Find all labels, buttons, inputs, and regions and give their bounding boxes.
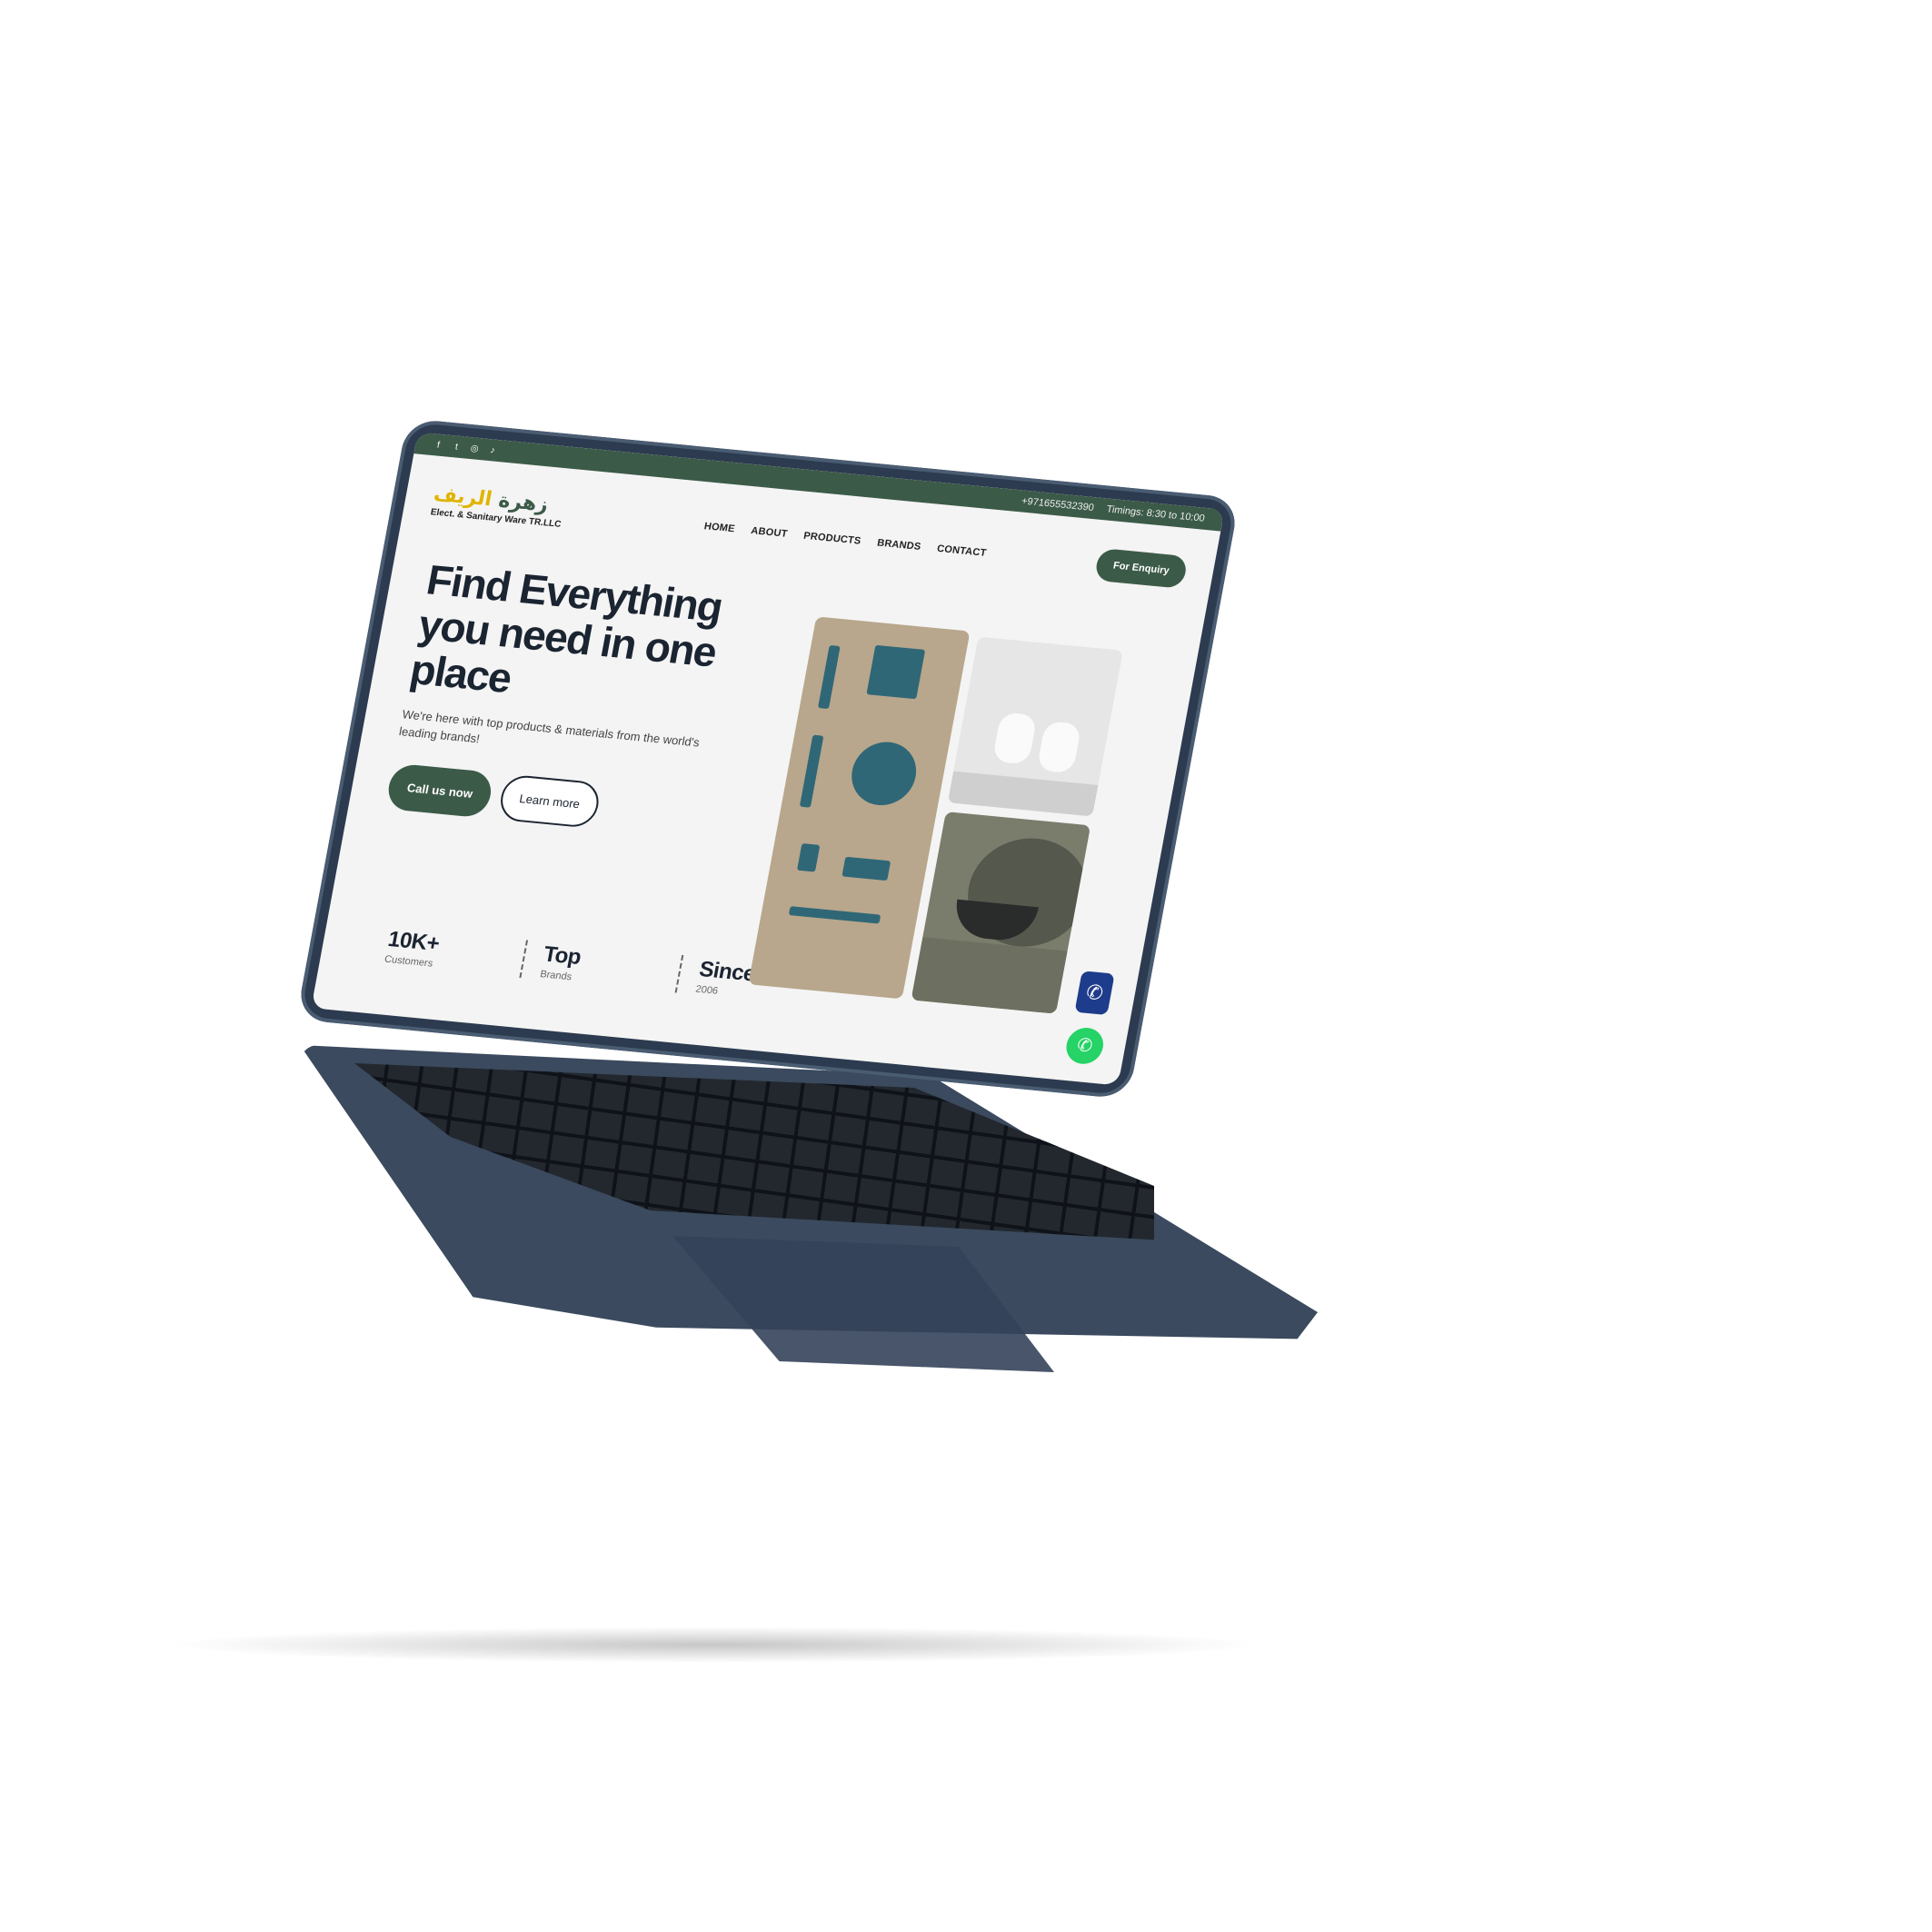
twitter-icon[interactable]: t [451, 442, 462, 453]
product-image-bathroom [947, 636, 1123, 817]
website-screen: f t ◎ ♪ +971655532390 Timings: 8:30 to 1… [311, 432, 1225, 1086]
product-image-basin [911, 812, 1091, 1014]
call-us-button[interactable]: Call us now [384, 762, 495, 819]
nav-about[interactable]: ABOUT [750, 525, 788, 540]
laptop-shadow [164, 1627, 1263, 1663]
nav-contact[interactable]: CONTACT [936, 543, 987, 559]
whatsapp-icon[interactable]: ✆ [1063, 1026, 1107, 1066]
facebook-icon[interactable]: f [433, 440, 443, 451]
phone-number[interactable]: +971655532390 [1021, 496, 1095, 513]
nav-menu: HOME ABOUT PRODUCTS BRANDS CONTACT [703, 521, 988, 559]
hero-section: Find Everything you need in one place We… [384, 556, 793, 844]
mockup-scene: f t ◎ ♪ +971655532390 Timings: 8:30 to 1… [0, 0, 1932, 1932]
tiktok-icon[interactable]: ♪ [487, 445, 498, 456]
hero-buttons: Call us now Learn more [384, 762, 754, 844]
hero-title: Find Everything you need in one place [406, 556, 793, 726]
nav-products[interactable]: PRODUCTS [802, 531, 861, 547]
logo-arabic-word1: زهرة [496, 489, 551, 517]
social-links: f t ◎ ♪ [433, 440, 498, 456]
laptop-lid: f t ◎ ♪ +971655532390 Timings: 8:30 to 1… [295, 418, 1240, 1100]
learn-more-button[interactable]: Learn more [497, 773, 603, 829]
stat-customers: 10K+ Customers [365, 925, 526, 978]
logo[interactable]: زهرة الريف Elect. & Sanitary Ware TR.LLC [430, 483, 581, 532]
logo-arabic-word2: الريف [432, 483, 494, 512]
phone-icon[interactable]: ✆ [1074, 971, 1115, 1016]
nav-home[interactable]: HOME [703, 521, 736, 534]
instagram-icon[interactable]: ◎ [469, 443, 480, 454]
enquiry-button[interactable]: For Enquiry [1093, 547, 1189, 589]
stat-brands: Top Brands [519, 940, 682, 993]
nav-brands[interactable]: BRANDS [876, 538, 921, 553]
